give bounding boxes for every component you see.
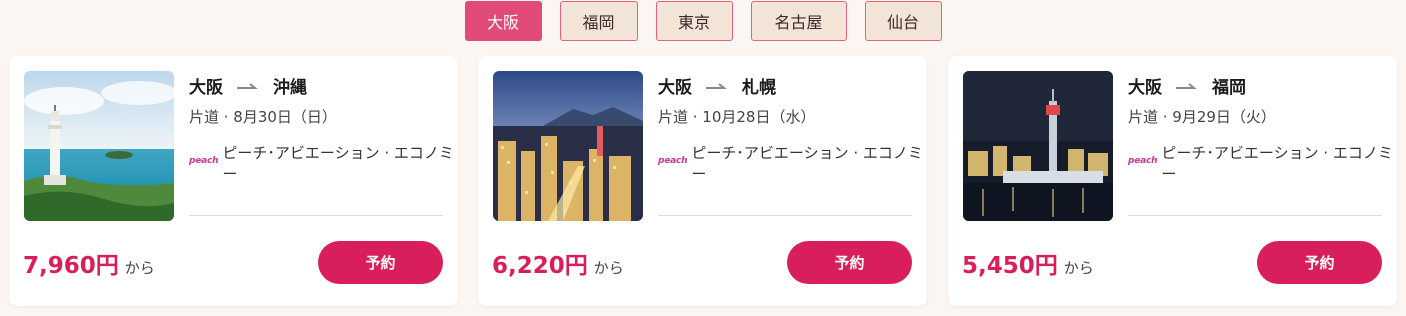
route: 大阪 沖縄 — [189, 73, 307, 98]
book-button[interactable]: 予約 — [318, 241, 443, 284]
price-suffix: から — [593, 259, 624, 277]
price-amount: 6,220円 — [492, 253, 588, 279]
price: 7,960円 から — [23, 246, 155, 280]
airline-name: ピーチ･アビエーション · エコノミー — [691, 144, 923, 183]
trip-details: 片道 · 10月28日（水） — [658, 108, 816, 126]
destination-photo-sapporo — [493, 71, 643, 221]
route: 大阪 札幌 — [658, 73, 776, 98]
tab-fukuoka[interactable]: 福岡 — [559, 1, 638, 41]
book-button[interactable]: 予約 — [787, 241, 912, 284]
route-arrow-icon — [706, 82, 727, 89]
price-amount: 5,450円 — [962, 253, 1058, 279]
flight-card[interactable]: 大阪 福岡 片道 · 9月29日（火） peach ピーチ･アビエーション · … — [948, 56, 1397, 306]
destination-photo-okinawa — [24, 71, 174, 221]
airline-name: ピーチ･アビエーション · エコノミー — [222, 144, 454, 183]
origin-city: 大阪 — [189, 78, 223, 98]
airline-logo: peach — [658, 156, 688, 166]
divider — [1128, 215, 1382, 216]
airline-info: peach ピーチ･アビエーション · エコノミー — [1128, 142, 1397, 184]
book-button[interactable]: 予約 — [1257, 241, 1382, 284]
price: 6,220円 から — [492, 246, 624, 280]
price-amount: 7,960円 — [23, 253, 119, 279]
airline-info: peach ピーチ･アビエーション · エコノミー — [658, 142, 927, 184]
origin-city: 大阪 — [1128, 78, 1162, 98]
origin-city-tabs: 大阪 福岡 東京 名古屋 仙台 — [0, 1, 1406, 41]
flight-card[interactable]: 大阪 札幌 片道 · 10月28日（水） peach ピーチ･アビエーション ·… — [478, 56, 927, 306]
divider — [658, 215, 912, 216]
route-arrow-icon — [1176, 82, 1197, 89]
trip-details: 片道 · 9月29日（火） — [1128, 108, 1276, 126]
tab-sendai[interactable]: 仙台 — [864, 1, 942, 41]
trip-details: 片道 · 8月30日（日） — [189, 108, 337, 126]
destination-city: 沖縄 — [273, 78, 307, 98]
price-suffix: から — [1063, 259, 1094, 277]
airline-info: peach ピーチ･アビエーション · エコノミー — [189, 142, 458, 184]
tab-nagoya[interactable]: 名古屋 — [750, 1, 847, 41]
price-suffix: から — [124, 259, 155, 277]
tab-tokyo[interactable]: 東京 — [655, 1, 733, 41]
price: 5,450円 から — [962, 246, 1094, 280]
destination-photo-fukuoka — [963, 71, 1113, 221]
airline-logo: peach — [1128, 156, 1158, 166]
route-arrow-icon — [237, 82, 258, 89]
flight-card[interactable]: 大阪 沖縄 片道 · 8月30日（日） peach ピーチ･アビエーション · … — [9, 56, 458, 306]
airline-logo: peach — [189, 156, 219, 166]
airline-name: ピーチ･アビエーション · エコノミー — [1161, 144, 1393, 183]
divider — [189, 215, 443, 216]
destination-city: 札幌 — [742, 78, 776, 98]
destination-city: 福岡 — [1212, 78, 1246, 98]
origin-city: 大阪 — [658, 78, 692, 98]
tab-osaka[interactable]: 大阪 — [464, 1, 542, 41]
route: 大阪 福岡 — [1128, 73, 1246, 98]
